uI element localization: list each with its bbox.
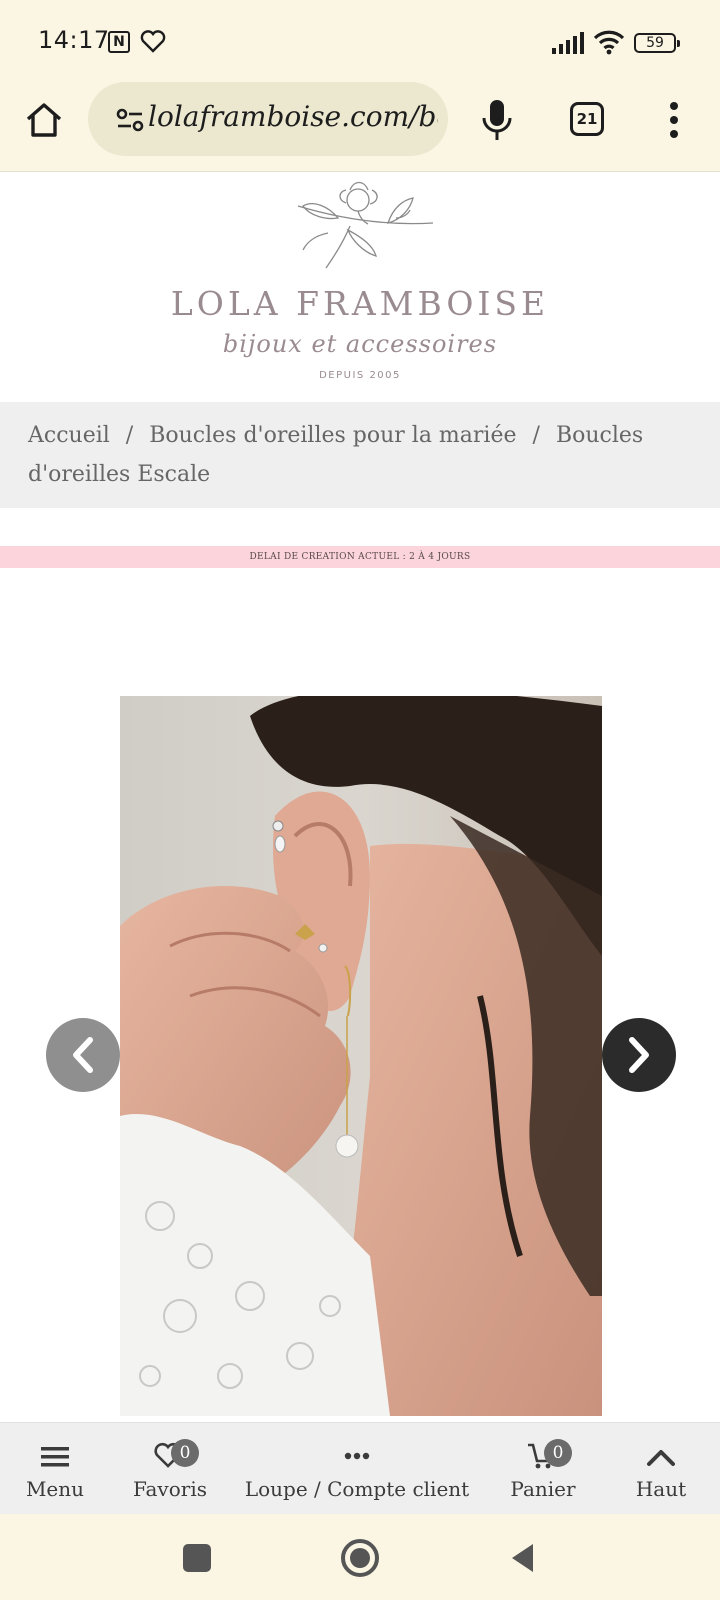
system-navigation-bar	[0, 1514, 720, 1600]
nfc-icon: N	[108, 31, 130, 53]
nav-search-account-label: Loupe / Compte client	[244, 1477, 470, 1501]
flower-logo-icon	[297, 181, 434, 269]
nav-favorites-label: Favoris	[132, 1477, 207, 1501]
system-home-icon[interactable]	[341, 1539, 379, 1577]
favorites-count-badge: 0	[171, 1439, 199, 1467]
nav-back-to-top[interactable]: Haut	[618, 1423, 704, 1515]
more-dots-icon	[344, 1452, 370, 1460]
breadcrumb-separator: /	[125, 423, 134, 448]
url-text[interactable]: lolaframboise.com/bo	[148, 100, 438, 140]
breadcrumb-separator: /	[532, 423, 540, 448]
status-bar: 14:17 N 59	[0, 0, 720, 82]
more-menu-icon[interactable]	[668, 100, 680, 140]
heart-status-icon	[140, 30, 166, 53]
product-photo-illustration	[120, 696, 602, 1416]
brand-name: LOLA FRAMBOISE	[170, 284, 550, 323]
nav-menu[interactable]: Menu	[14, 1423, 96, 1515]
product-image[interactable]	[120, 696, 602, 1416]
site-settings-icon[interactable]	[116, 107, 144, 133]
chevron-up-icon	[647, 1450, 675, 1466]
carousel-next-button[interactable]	[602, 1018, 676, 1092]
site-logo[interactable]: LOLA FRAMBOISE bijoux et accessoires DEP…	[0, 172, 720, 402]
nav-search-account[interactable]: Loupe / Compte client	[244, 1423, 470, 1515]
wifi-icon	[593, 30, 625, 55]
tabs-button[interactable]: 21	[570, 102, 604, 136]
nav-favorites[interactable]: 0 Favoris	[124, 1423, 216, 1515]
system-back-icon[interactable]	[508, 1542, 536, 1574]
breadcrumb: Accueil / Boucles d'oreilles pour la marié…	[0, 402, 720, 508]
carousel-prev-button[interactable]	[46, 1018, 120, 1092]
creation-delay-banner: DELAI DE CREATION ACTUEL : 2 À 4 JOURS	[0, 546, 720, 568]
site-bottom-nav: Menu 0 Favoris Loupe / Compte client 0 P…	[0, 1422, 720, 1514]
browser-toolbar: lolaframboise.com/bo 21	[0, 82, 720, 172]
nav-cart[interactable]: 0 Panier	[498, 1423, 588, 1515]
brand-since: DEPUIS 2005	[319, 370, 401, 381]
nav-cart-label: Panier	[510, 1477, 576, 1501]
chevron-left-icon	[73, 1037, 93, 1073]
status-time: 14:17	[38, 26, 110, 54]
home-icon[interactable]	[24, 100, 64, 140]
breadcrumb-link-category[interactable]: Boucles d'oreilles pour la mariée	[149, 423, 516, 448]
recents-icon[interactable]	[183, 1544, 211, 1572]
microphone-icon[interactable]	[480, 98, 514, 142]
breadcrumb-link-home[interactable]: Accueil	[28, 423, 110, 448]
nav-menu-label: Menu	[25, 1477, 85, 1501]
nav-back-to-top-label: Haut	[635, 1477, 687, 1501]
cart-count-badge: 0	[544, 1439, 572, 1467]
brand-tagline: bijoux et accessoires	[222, 330, 498, 358]
signal-icon	[552, 32, 584, 54]
hamburger-menu-icon	[41, 1447, 69, 1467]
battery-icon: 59	[634, 33, 680, 53]
chevron-right-icon	[629, 1037, 649, 1073]
